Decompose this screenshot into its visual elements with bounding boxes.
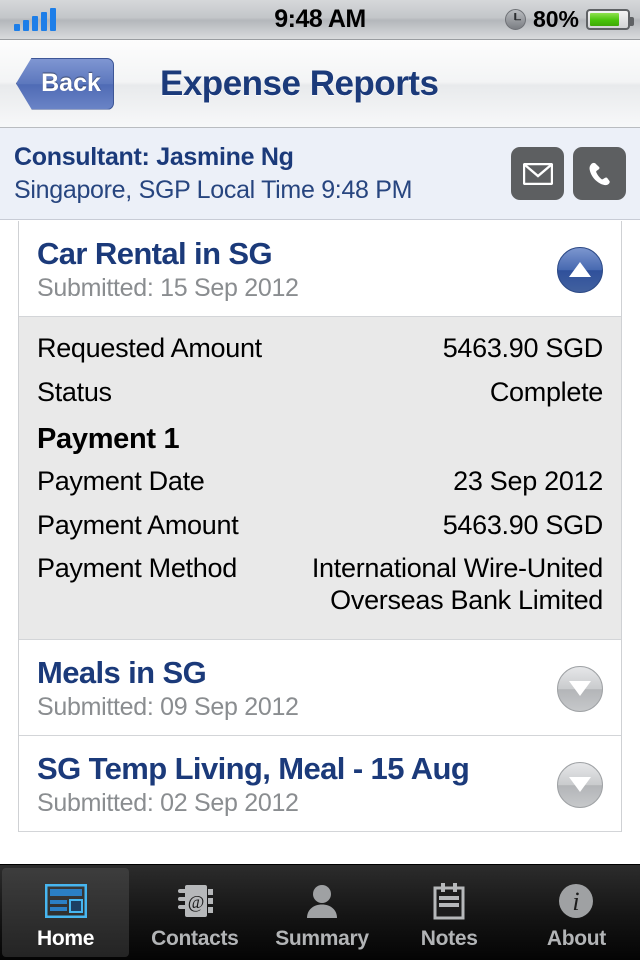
expand-toggle-button[interactable] — [557, 761, 603, 808]
triangle-up-icon — [569, 262, 591, 277]
report-submitted-date: Submitted: 09 Sep 2012 — [37, 693, 299, 722]
payment-heading: Payment 1 — [37, 422, 180, 455]
detail-row: Payment Method International Wire-United… — [37, 547, 603, 623]
consultant-banner: Consultant: Jasmine Ng Singapore, SGP Lo… — [0, 128, 640, 220]
tab-notes[interactable]: Notes — [386, 865, 513, 960]
alarm-clock-icon — [504, 9, 526, 30]
dashboard-icon — [44, 879, 87, 923]
navigation-bar: Back Expense Reports — [0, 40, 640, 128]
detail-label: Status — [37, 376, 112, 407]
tab-contacts[interactable]: @ Contacts — [131, 865, 258, 960]
report-submitted-date: Submitted: 02 Sep 2012 — [37, 789, 299, 818]
back-button[interactable]: Back — [16, 57, 114, 110]
detail-value: Complete — [489, 376, 603, 407]
detail-label: Payment Date — [37, 465, 205, 496]
triangle-down-icon — [569, 681, 591, 697]
phone-icon — [586, 160, 614, 188]
report-title: SG Temp Living, Meal - 15 Aug — [37, 751, 470, 787]
app-screen: 9:48 AM 80% Back Expense Reports Consult… — [0, 0, 640, 960]
tab-label: Contacts — [151, 926, 239, 950]
list-item[interactable]: Meals in SG Submitted: 09 Sep 2012 — [19, 640, 621, 737]
triangle-down-icon — [569, 777, 591, 793]
detail-value: International Wire-United Overseas Bank … — [311, 553, 603, 616]
svg-text:@: @ — [188, 892, 205, 912]
detail-value: 23 Sep 2012 — [453, 465, 603, 496]
tab-label: About — [546, 926, 606, 950]
report-title: Meals in SG — [37, 655, 207, 691]
phone-button[interactable] — [573, 147, 626, 200]
expand-toggle-button[interactable] — [557, 665, 603, 712]
report-title: Car Rental in SG — [37, 236, 273, 271]
svg-text:i: i — [573, 887, 580, 916]
detail-label: Payment Amount — [37, 509, 239, 540]
status-bar-right: 80% — [504, 6, 634, 33]
report-details-panel: Requested Amount 5463.90 SGD Status Comp… — [19, 317, 621, 641]
list-panel: Car Rental in SG Submitted: 15 Sep 2012 … — [18, 221, 622, 833]
list-item-text: Car Rental in SG Submitted: 15 Sep 2012 — [37, 236, 549, 303]
detail-row: Payment Date 23 Sep 2012 — [37, 460, 603, 504]
report-submitted-date: Submitted: 15 Sep 2012 — [37, 274, 299, 302]
consultant-name: Consultant: Jasmine Ng — [14, 142, 294, 171]
detail-row: Payment Amount 5463.90 SGD — [37, 504, 603, 548]
status-bar: 9:48 AM 80% — [0, 0, 640, 40]
page-title: Expense Reports — [160, 63, 439, 103]
detail-row: Status Complete — [37, 371, 603, 415]
list-item-text: SG Temp Living, Meal - 15 Aug Submitted:… — [37, 751, 549, 818]
info-circle-icon: i — [557, 879, 595, 923]
consultant-actions — [511, 147, 626, 200]
tab-label: Home — [37, 926, 95, 950]
collapse-toggle-button[interactable] — [557, 246, 603, 293]
email-button[interactable] — [511, 147, 564, 200]
detail-label: Payment Method — [37, 553, 237, 584]
address-book-icon: @ — [175, 879, 215, 923]
tab-summary[interactable]: Summary — [258, 865, 385, 960]
detail-label: Requested Amount — [37, 333, 262, 363]
tab-about[interactable]: i About — [513, 865, 640, 960]
tab-label: Summary — [275, 926, 369, 950]
consultant-location-time: Singapore, SGP Local Time 9:48 PM — [14, 175, 413, 204]
battery-percent-label: 80% — [532, 6, 579, 32]
consultant-info: Consultant: Jasmine Ng Singapore, SGP Lo… — [14, 143, 511, 205]
detail-value: 5463.90 SGD — [442, 333, 604, 363]
envelope-icon — [522, 162, 553, 185]
list-item-text: Meals in SG Submitted: 09 Sep 2012 — [37, 655, 549, 722]
detail-value: 5463.90 SGD — [442, 509, 604, 540]
expense-report-list[interactable]: Car Rental in SG Submitted: 15 Sep 2012 … — [0, 221, 640, 864]
tab-home[interactable]: Home — [2, 868, 130, 957]
list-item[interactable]: SG Temp Living, Meal - 15 Aug Submitted:… — [19, 736, 621, 833]
tab-label: Notes — [420, 926, 478, 950]
tab-bar: Home @ Contacts Summary Notes i About — [0, 864, 640, 960]
person-icon — [304, 879, 340, 923]
detail-row: Requested Amount 5463.90 SGD — [37, 327, 603, 371]
battery-icon — [586, 9, 634, 30]
list-item[interactable]: Car Rental in SG Submitted: 15 Sep 2012 — [19, 221, 621, 317]
notepad-icon — [431, 879, 467, 923]
